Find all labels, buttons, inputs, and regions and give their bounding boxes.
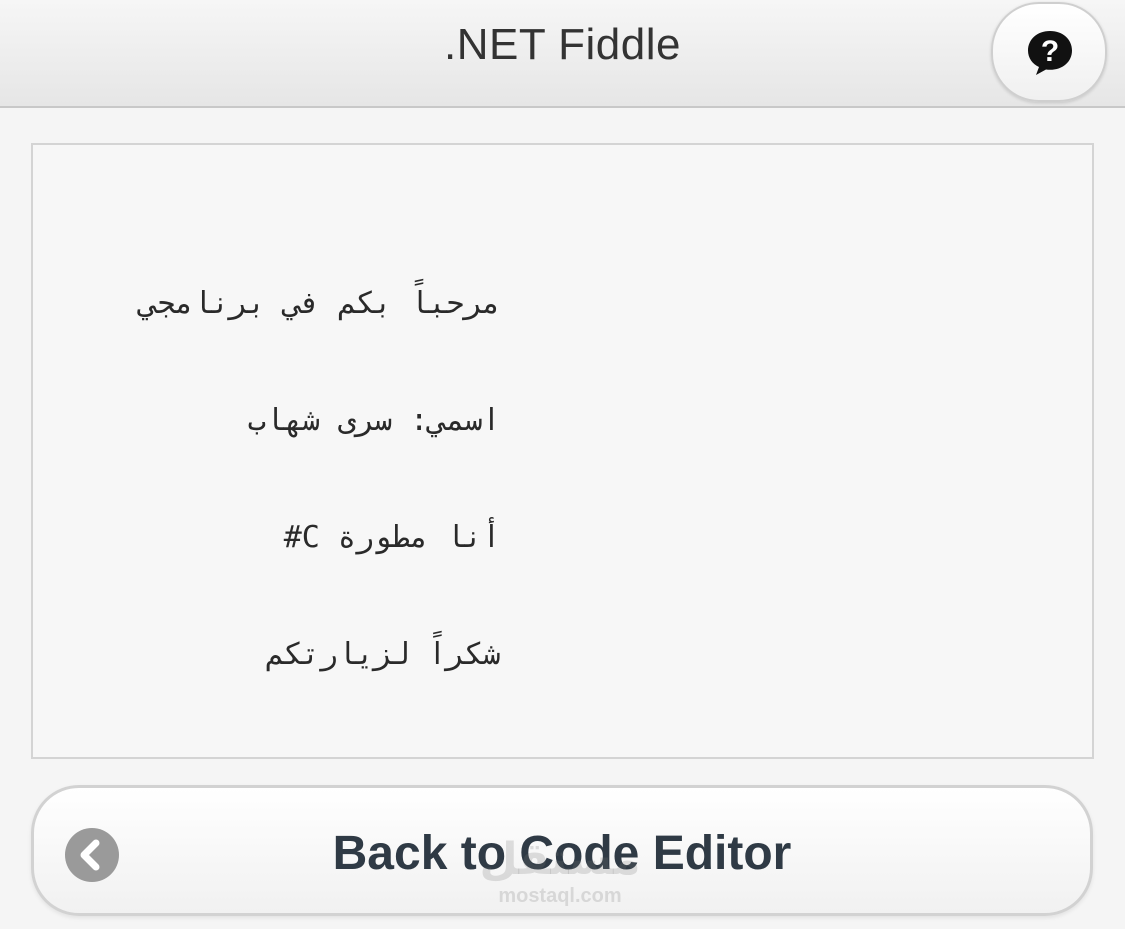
help-button[interactable]: ? — [991, 2, 1107, 102]
output-line: مرحباً بكم في برنامجي — [139, 286, 501, 321]
output-line: اسمي: سرى شهاب — [247, 403, 501, 438]
back-button-label: Back to Code Editor — [332, 827, 792, 880]
svg-text:?: ? — [1041, 35, 1059, 68]
question-speech-bubble-icon: ? — [1028, 31, 1072, 75]
output-line: أنا مطورة C# — [283, 520, 501, 555]
console-output-panel: مرحباً بكم في برنامجي اسمي: سرى شهاب أنا… — [31, 143, 1094, 759]
page-title: .NET Fiddle — [444, 20, 681, 69]
app-header: .NET Fiddle ? — [0, 0, 1125, 108]
console-output-text: مرحباً بكم في برنامجي اسمي: سرى شهاب أنا… — [67, 167, 500, 791]
back-to-code-editor-button[interactable]: Back to Code Editor — [31, 785, 1093, 916]
output-line: شكراً لزيارتكم — [265, 637, 501, 672]
